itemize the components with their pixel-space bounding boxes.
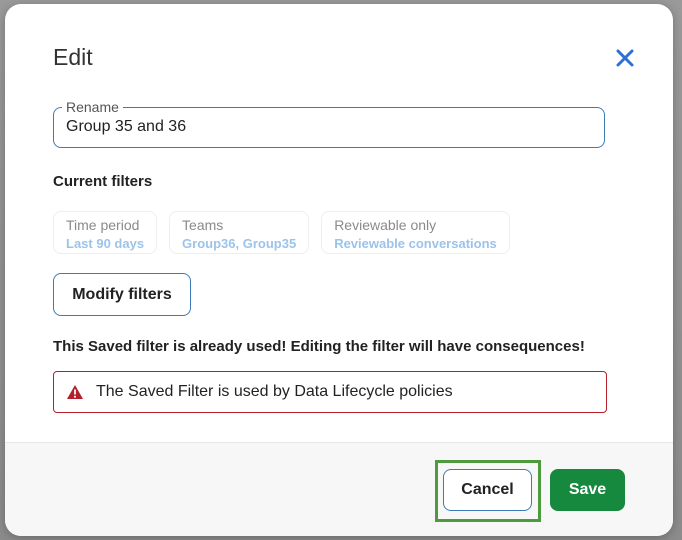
filter-chip-label: Teams [182,217,224,233]
cancel-button[interactable]: Cancel [443,469,532,511]
dialog-title: Edit [53,44,93,70]
filter-chip-label: Reviewable only [334,217,437,233]
filter-chips: Time period Last 90 days Teams Group36, … [53,211,510,254]
filter-chip-teams[interactable]: Teams Group36, Group35 [169,211,310,254]
rename-field[interactable]: Rename [53,99,605,148]
filter-chip-time-period[interactable]: Time period Last 90 days [53,211,158,254]
rename-input[interactable] [66,118,586,136]
save-button[interactable]: Save [550,469,625,511]
usage-warning-message: This Saved filter is already used! Editi… [53,338,585,355]
close-icon [616,49,634,67]
rename-label: Rename [62,99,123,115]
alert-banner: The Saved Filter is used by Data Lifecyc… [53,371,607,413]
filter-chip-value: Group36, Group35 [182,236,297,251]
warning-icon [66,383,86,401]
current-filters-heading: Current filters [53,173,153,190]
edit-dialog: Edit Rename Current filters Time period … [5,4,673,536]
alert-text: The Saved Filter is used by Data Lifecyc… [96,383,453,400]
close-button[interactable] [611,44,639,72]
modify-filters-button[interactable]: Modify filters [53,273,191,316]
filter-chip-value: Reviewable conversations [334,236,497,251]
filter-chip-reviewable[interactable]: Reviewable only Reviewable conversations [321,211,510,254]
filter-chip-value: Last 90 days [66,236,145,251]
filter-chip-label: Time period [66,217,140,233]
